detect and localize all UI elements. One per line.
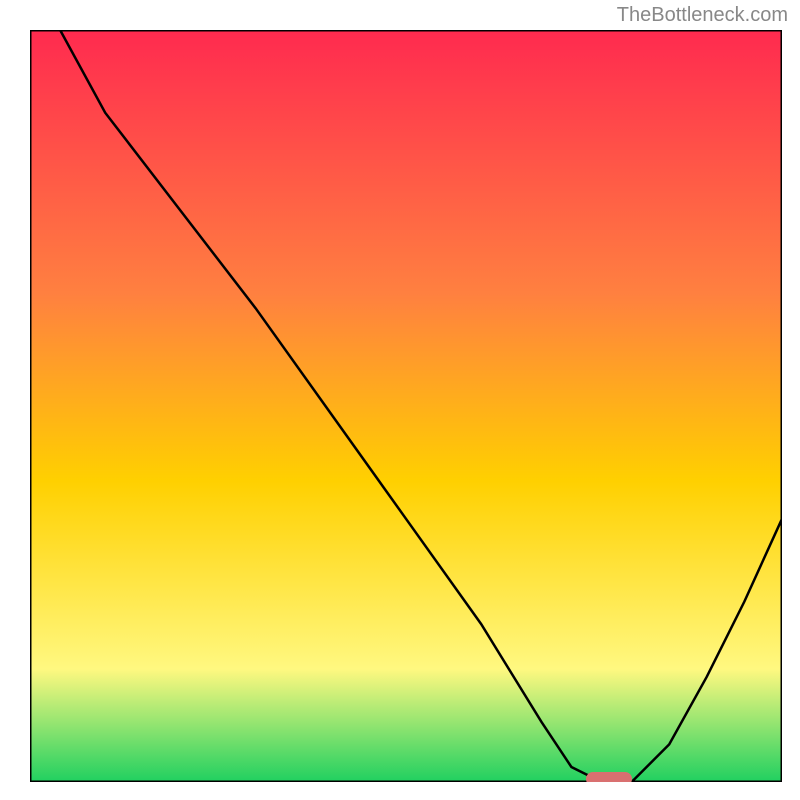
chart-background [30,30,782,782]
chart-plot-area [30,30,782,782]
optimal-marker [586,772,632,782]
watermark-text: TheBottleneck.com [617,4,788,27]
chart-svg [30,30,782,782]
